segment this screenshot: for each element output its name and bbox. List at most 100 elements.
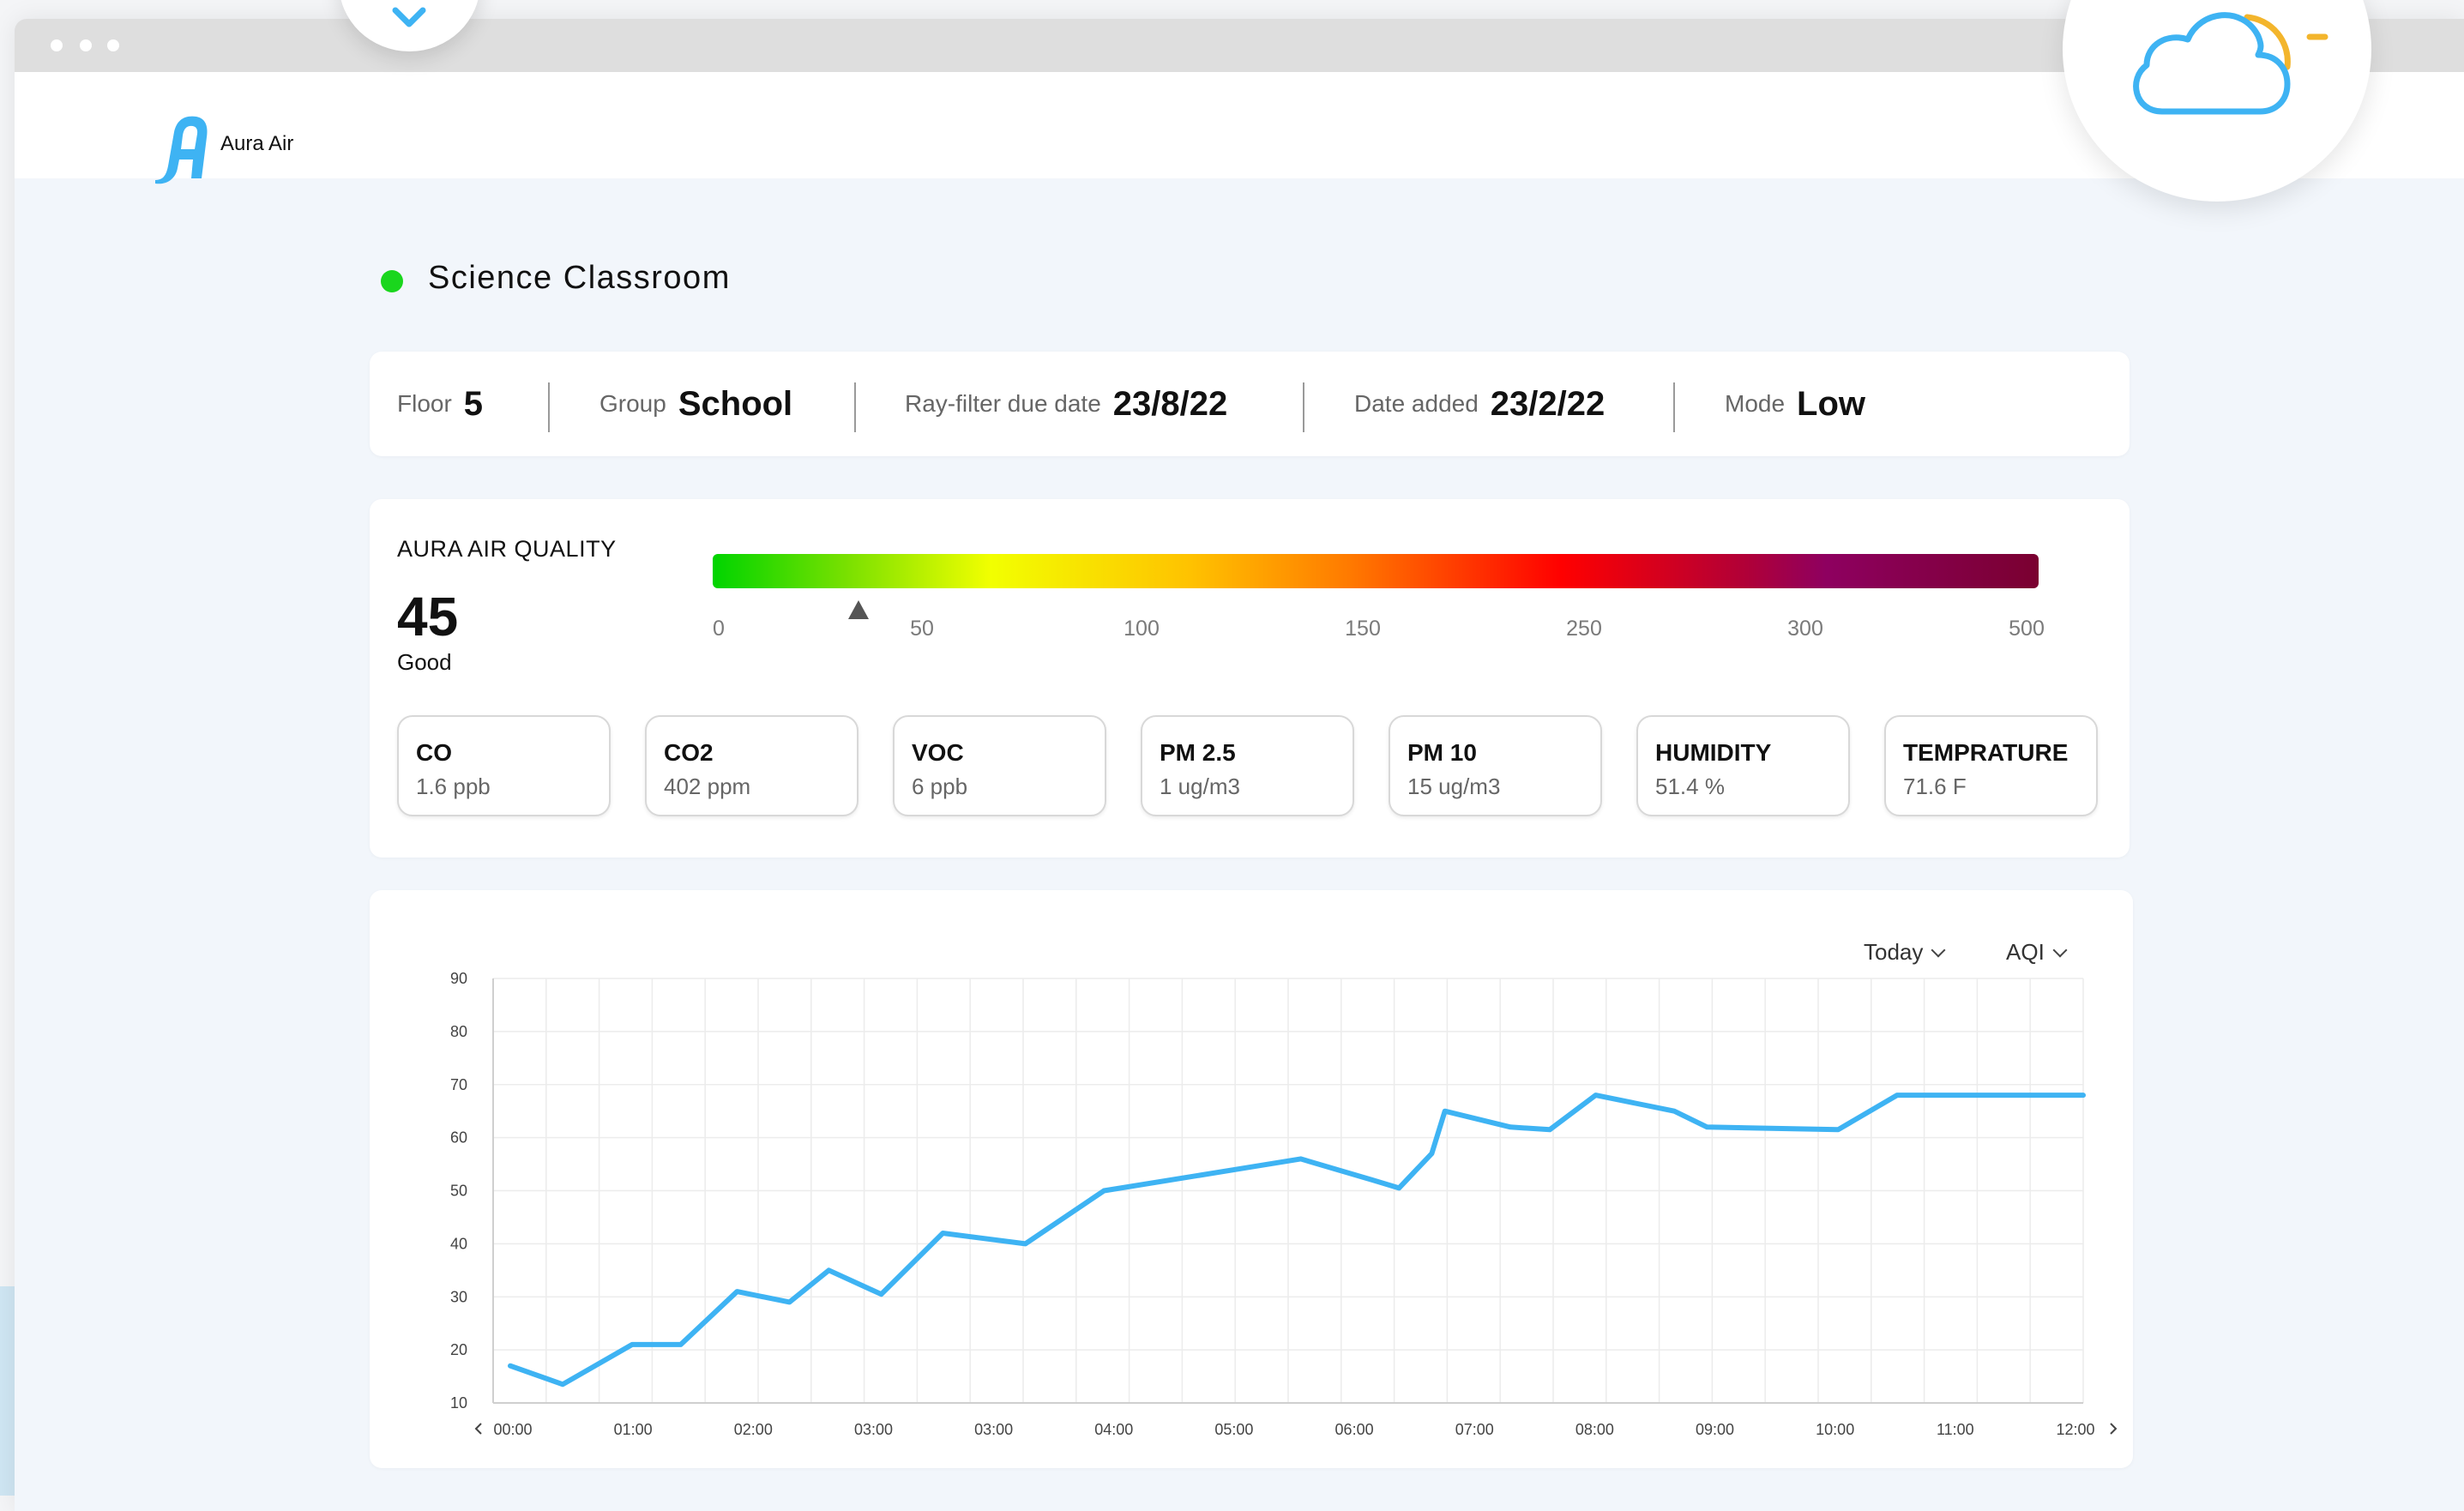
divider: [854, 382, 856, 432]
aqi-scale-tick: 50: [910, 617, 934, 641]
metric-card-temperature[interactable]: TEMPRATURE 71.6 F: [1884, 715, 2098, 816]
window-dot: [51, 39, 63, 51]
info-label: Group: [599, 390, 666, 417]
air-quality-card: AURA AIR QUALITY 45 Good 0 50 100 150 25…: [370, 499, 2130, 858]
aura-air-logo[interactable]: [150, 111, 212, 185]
x-tick-label: 09:00: [1696, 1421, 1734, 1438]
info-filter-due: Ray-filter due date 23/8/22: [905, 352, 1227, 456]
chevron-down-icon: [2052, 942, 2068, 958]
metric-card-co[interactable]: CO 1.6 ppb: [397, 715, 611, 816]
metric-dropdown[interactable]: AQI: [2006, 939, 2068, 966]
x-tick-label: 03:00: [854, 1421, 893, 1438]
metric-card-pm25[interactable]: PM 2.5 1 ug/m3: [1141, 715, 1354, 816]
aqi-scale-tick: 500: [2009, 617, 2045, 641]
aqi-status: Good: [397, 649, 452, 675]
period-dropdown-label: Today: [1864, 939, 1924, 965]
aqi-scale-tick: 100: [1124, 617, 1160, 641]
y-tick-label: 10: [450, 1394, 467, 1412]
metric-value: 71.6 F: [1903, 774, 1967, 799]
x-tick-label: 08:00: [1575, 1421, 1614, 1438]
y-tick-label: 50: [450, 1183, 467, 1200]
aqi-scale-tick: 0: [713, 617, 725, 641]
metric-card-pm10[interactable]: PM 10 15 ug/m3: [1389, 715, 1602, 816]
info-value: 23/8/22: [1112, 384, 1228, 423]
online-status-dot: [381, 270, 403, 292]
info-label: Floor: [397, 390, 452, 417]
divider: [1673, 382, 1675, 432]
aqi-title: AURA AIR QUALITY: [397, 536, 617, 562]
aqi-scale-tick: 150: [1345, 617, 1381, 641]
metric-name: TEMPRATURE: [1903, 739, 2069, 766]
metric-name: CO: [416, 739, 452, 766]
x-tick-label: 11:00: [1937, 1421, 1974, 1438]
aqi-scale-tick: 300: [1787, 617, 1823, 641]
aqi-line-chart: 10 20 30 40 50 60 70 80 90 00:00 01:00 02:00 03:00 03…: [450, 970, 2118, 1438]
aqi-value: 45: [397, 586, 459, 647]
x-tick-label: 01:00: [614, 1421, 653, 1438]
y-tick-label: 60: [450, 1129, 467, 1147]
metric-card-humidity[interactable]: HUMIDITY 51.4 %: [1636, 715, 1850, 816]
chevron-right-icon: [2110, 1423, 2118, 1435]
period-dropdown[interactable]: Today: [1864, 939, 1946, 966]
weather-badge: [2063, 0, 2371, 202]
divider: [1303, 382, 1304, 432]
x-tick-label: 06:00: [1335, 1421, 1374, 1438]
metric-name: VOC: [912, 739, 964, 766]
metric-value: 15 ug/m3: [1407, 774, 1501, 799]
aqi-pointer-icon: [848, 600, 870, 619]
info-value: Low: [1797, 384, 1866, 423]
x-tick-label: 03:00: [974, 1421, 1013, 1438]
info-label: Ray-filter due date: [905, 390, 1101, 417]
y-tick-label: 70: [450, 1076, 467, 1093]
metric-card-voc[interactable]: VOC 6 ppb: [893, 715, 1106, 816]
partly-cloudy-icon: [2133, 12, 2328, 115]
info-value: 5: [463, 384, 484, 423]
metric-dropdown-label: AQI: [2006, 939, 2045, 965]
location-pin-icon: [392, 7, 426, 27]
info-value: 23/2/22: [1490, 384, 1606, 423]
x-tick-label: 05:00: [1214, 1421, 1253, 1438]
chevron-down-icon: [1931, 942, 1946, 958]
divider: [548, 382, 550, 432]
y-tick-label: 30: [450, 1288, 467, 1305]
aqi-series-line: [508, 1093, 2086, 1388]
history-chart-card: 10 20 30 40 50 60 70 80 90 00:00 01:00 02:00 03:00 03…: [370, 890, 2133, 1468]
x-tick-label: 04:00: [1094, 1421, 1133, 1438]
chevron-left-icon: [474, 1423, 482, 1435]
metric-value: 1.6 ppb: [416, 774, 491, 799]
x-tick-label: 12:00: [2056, 1421, 2094, 1438]
info-value: School: [678, 384, 793, 423]
location-badge: [339, 0, 480, 51]
aqi-scale-tick: 250: [1566, 617, 1602, 641]
y-tick-label: 20: [450, 1341, 467, 1358]
metric-card-co2[interactable]: CO2 402 ppm: [645, 715, 858, 816]
x-tick-label: 02:00: [734, 1421, 773, 1438]
window-dot: [80, 39, 92, 51]
metric-name: PM 10: [1407, 739, 1477, 766]
aqi-scale-bar: [713, 554, 2039, 588]
info-label: Date added: [1354, 390, 1479, 417]
device-info-card: Floor 5 Group School Ray-filter due date…: [370, 352, 2130, 456]
x-tick-label: 10:00: [1816, 1421, 1854, 1438]
info-date-added: Date added 23/2/22: [1354, 352, 1605, 456]
metric-name: PM 2.5: [1160, 739, 1236, 766]
brand-name: Aura Air: [220, 132, 294, 155]
metric-value: 51.4 %: [1655, 774, 1725, 799]
y-tick-label: 90: [450, 970, 467, 987]
info-floor: Floor 5: [397, 352, 483, 456]
window-dot: [107, 39, 119, 51]
x-tick-label: 00:00: [493, 1421, 532, 1438]
info-label: Mode: [1725, 390, 1786, 417]
y-tick-label: 80: [450, 1023, 467, 1040]
metric-name: HUMIDITY: [1655, 739, 1772, 766]
x-tick-label: 07:00: [1455, 1421, 1494, 1438]
metric-value: 402 ppm: [664, 774, 751, 799]
metric-value: 1 ug/m3: [1160, 774, 1240, 799]
metric-name: CO2: [664, 739, 714, 766]
device-title: Science Classroom: [428, 260, 731, 296]
info-mode: Mode Low: [1725, 352, 1865, 456]
y-tick-label: 40: [450, 1235, 467, 1252]
info-group: Group School: [599, 352, 792, 456]
browser-window: Aura Air Science Classroom Floor 5 Group…: [15, 19, 2464, 1511]
metric-value: 6 ppb: [912, 774, 968, 799]
